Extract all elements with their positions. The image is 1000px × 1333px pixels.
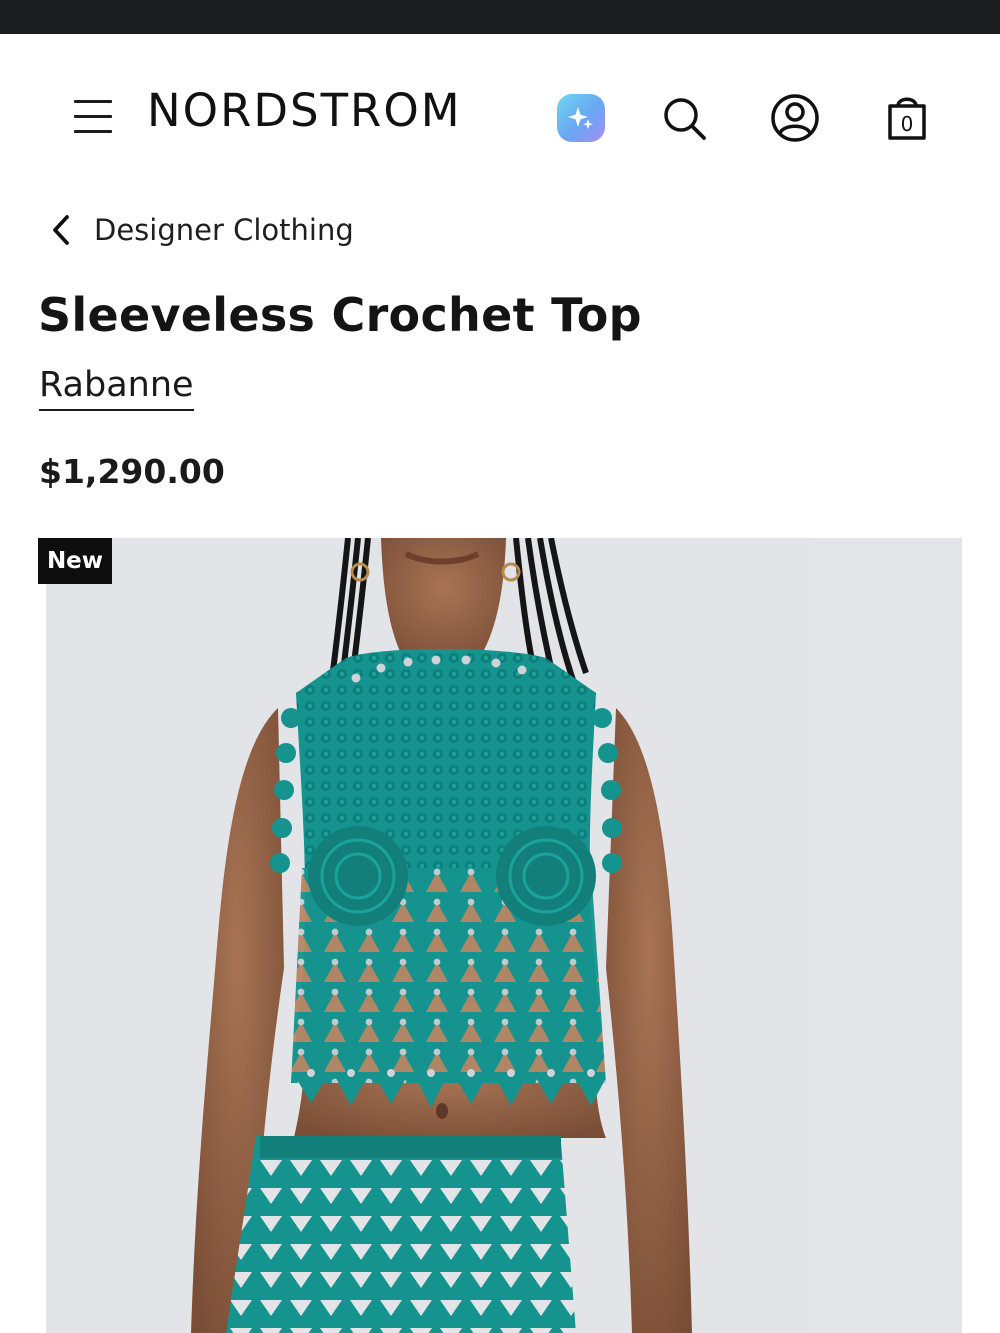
status-strip (0, 0, 1000, 34)
menu-icon-line (74, 100, 112, 103)
shopping-bag-button[interactable]: 0 (881, 92, 933, 144)
menu-icon-line (74, 130, 112, 133)
product-title: Sleeveless Crochet Top (38, 288, 642, 342)
sparkle-icon (568, 107, 593, 129)
nordstrom-logo[interactable]: NORDSTROM (147, 88, 462, 133)
site-header: NORDSTROM 0 (0, 34, 1000, 184)
next-product-image[interactable] (810, 538, 962, 1333)
product-image-gallery[interactable]: New (38, 538, 1000, 1333)
chevron-left-icon (53, 215, 69, 245)
product-image[interactable] (46, 538, 824, 1333)
bag-count: 0 (900, 112, 914, 136)
search-icon (664, 98, 706, 140)
product-price: $1,290.00 (39, 452, 225, 491)
account-icon (771, 94, 819, 142)
new-badge: New (38, 538, 112, 584)
menu-button[interactable] (72, 96, 116, 136)
menu-icon-line (74, 115, 112, 118)
ai-assistant-button[interactable] (557, 94, 605, 142)
breadcrumb-label: Designer Clothing (94, 213, 354, 247)
account-button[interactable] (769, 92, 821, 144)
brand-link[interactable]: Rabanne (39, 365, 194, 412)
breadcrumb[interactable]: Designer Clothing (50, 208, 354, 252)
model-wearing-crochet-top-image (191, 538, 692, 1333)
search-button[interactable] (658, 92, 710, 144)
